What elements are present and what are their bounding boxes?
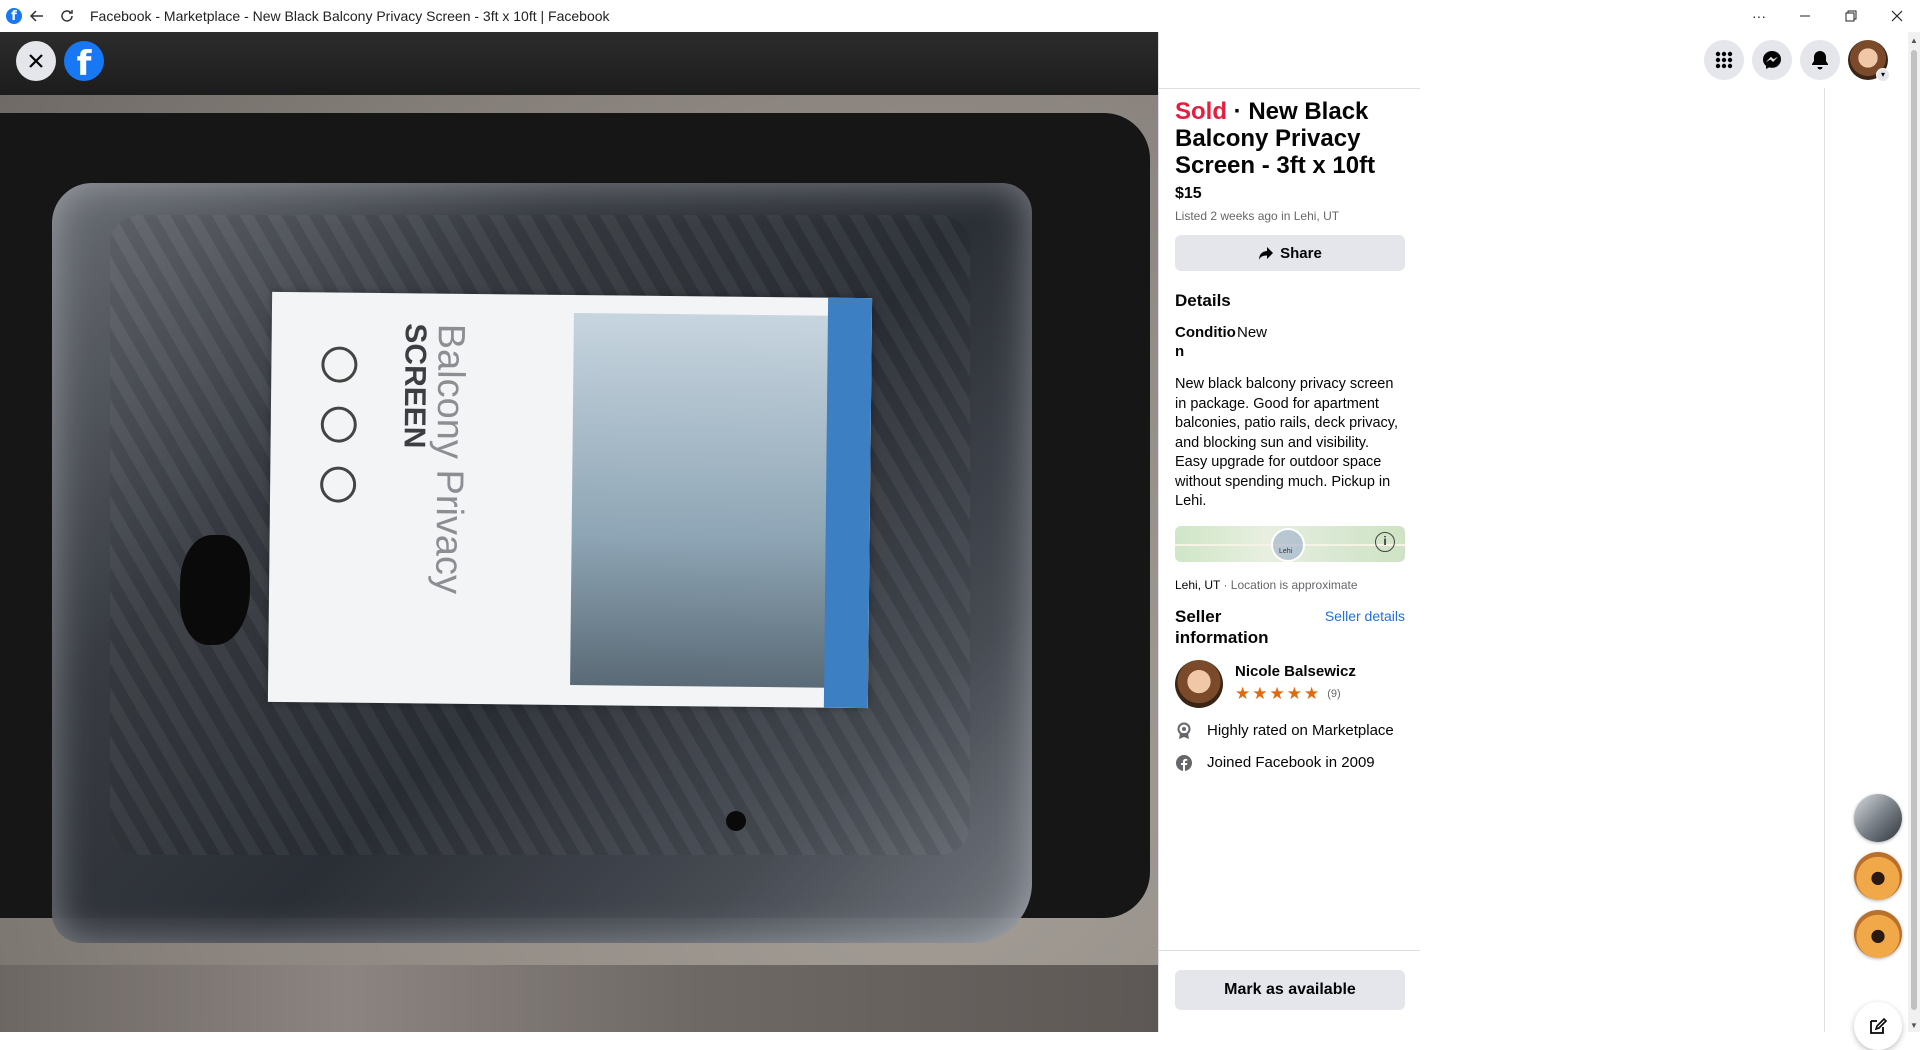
label-photo [570,313,854,688]
location-text: Lehi, UT · Location is approximate [1175,577,1358,592]
facebook-icon [1175,754,1193,772]
reload-icon [61,10,73,22]
chevron-down-icon[interactable]: ▾ [1876,68,1890,82]
seller-card[interactable]: Nicole Balsewicz ★ ★ ★ ★ ★ (9) [1175,659,1405,708]
condition-key: Condition [1175,324,1236,360]
seller-heading: Seller information [1175,606,1269,647]
share-button[interactable]: Share [1175,235,1405,271]
listing-title: Sold · New Black Balcony Privacy Screen … [1175,98,1376,179]
badge-highly-rated-text: Highly rated on Marketplace [1207,722,1394,739]
photo-blur-bottom [0,965,1158,1032]
scroll-up-icon[interactable]: ▲ [1910,36,1918,45]
share-label: Share [1280,244,1322,262]
share-icon [1259,247,1274,260]
messenger-button[interactable] [1752,40,1792,80]
minimize-button[interactable] [1782,0,1828,32]
star-icon: ★ [1252,684,1268,703]
map-city-label: Lehi [1279,547,1293,555]
badge-joined: Joined Facebook in 2009 [1175,754,1405,772]
chat-head[interactable] [1854,794,1902,842]
chat-head[interactable] [1854,910,1902,958]
seller-rating: ★ ★ ★ ★ ★ (9) [1235,684,1356,704]
award-icon [1175,722,1193,740]
new-message-button[interactable] [1854,1002,1902,1050]
condition-row: Condition New [1175,323,1405,361]
seller-header-row: Seller information Seller details [1175,606,1405,648]
scrollbar-thumb[interactable] [1911,50,1917,1010]
star-icon: ★ [1286,684,1302,703]
badge-highly-rated: Highly rated on Marketplace [1175,722,1405,740]
bell-icon [1812,51,1828,70]
photo-tear-small [726,811,746,831]
location-approx-note: · Location is approximate [1220,577,1358,592]
minimize-icon [1800,15,1810,17]
divider [1159,88,1421,89]
listing-details-panel: Sold · New Black Balcony Privacy Screen … [1158,32,1421,1032]
listing-description: New black balcony privacy screen in pack… [1175,376,1398,509]
reload-button[interactable] [52,1,82,31]
product-label: Balcony Privacy SCREEN [267,291,873,709]
listing-price: $15 [1175,185,1202,202]
scroll-down-icon[interactable]: ▼ [1910,1021,1918,1030]
sold-status: Sold [1175,98,1227,125]
right-rail: ▾ [1420,32,1920,1050]
location-map[interactable]: Lehi i [1175,525,1405,562]
seller-details-link[interactable]: Seller details [1325,608,1405,648]
restore-icon [1845,10,1857,22]
browser-titlebar: f Facebook - Marketplace - New Black Bal… [0,0,1920,32]
label-product-type: SCREEN [397,323,432,449]
restore-button[interactable] [1828,0,1874,32]
photo-viewer: Balcony Privacy SCREEN [0,32,1158,1032]
close-window-button[interactable] [1874,0,1920,32]
rating-count: (9) [1327,688,1341,700]
messenger-icon [1763,51,1781,69]
back-arrow-icon [29,10,43,22]
listing-date-location: Listed 2 weeks ago in Lehi, UT [1175,209,1340,223]
seller-name[interactable]: Nicole Balsewicz [1235,663,1356,680]
more-options-button[interactable]: ··· [1736,0,1782,32]
chat-head[interactable] [1854,852,1902,900]
grid-menu-icon [1715,51,1733,69]
photo-tear [180,535,250,645]
facebook-logo-icon[interactable]: f [64,41,104,81]
close-viewer-button[interactable] [16,41,56,81]
star-icon: ★ [1304,684,1320,703]
mark-as-available-button[interactable]: Mark as available [1175,970,1405,1010]
notifications-button[interactable] [1800,40,1840,80]
window-title: Facebook - Marketplace - New Black Balco… [90,8,610,24]
compose-icon [1870,1017,1888,1034]
map-info-icon[interactable]: i [1375,531,1395,552]
window-controls: ··· [1736,0,1920,32]
page-scrollbar[interactable]: ▲ ▼ [1908,32,1920,1032]
label-product-line: Balcony Privacy [427,323,472,595]
photo-blur-top [0,32,1158,95]
star-icon: ★ [1235,684,1251,703]
account-avatar[interactable]: ▾ [1848,40,1890,82]
divider [1824,88,1825,1032]
label-brand-band [823,297,873,709]
close-icon [29,54,43,68]
condition-value: New [1237,324,1268,341]
map-location-circle [1271,527,1305,562]
star-icon: ★ [1269,684,1285,703]
chat-heads [1854,794,1902,958]
menu-button[interactable] [1704,40,1744,80]
close-window-icon [1891,10,1903,22]
listing-photo: Balcony Privacy SCREEN [0,95,1158,965]
divider [1159,950,1421,951]
badge-joined-text: Joined Facebook in 2009 [1207,754,1375,771]
top-nav-icons: ▾ [1704,40,1890,82]
details-heading: Details [1175,291,1231,310]
facebook-favicon-icon: f [6,8,22,24]
seller-avatar[interactable] [1175,659,1223,708]
back-button[interactable] [22,1,52,31]
